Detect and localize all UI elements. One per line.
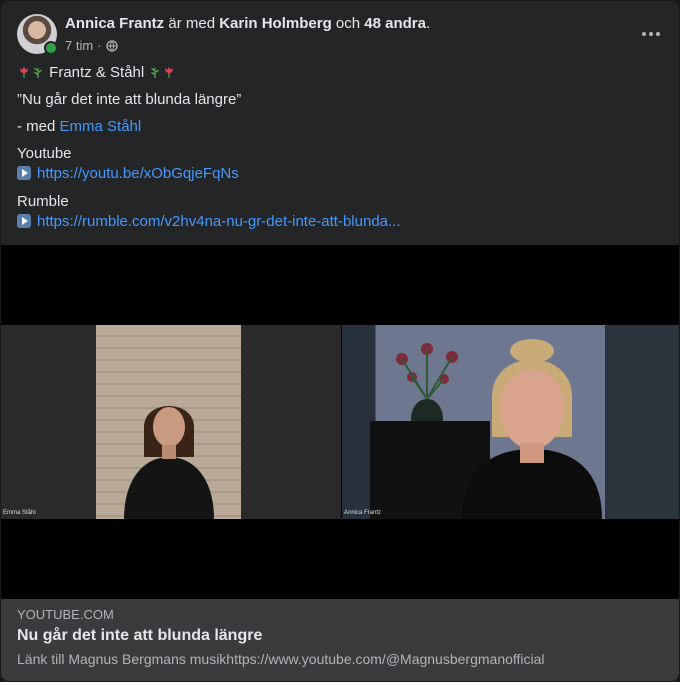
tulip-icon [165, 67, 174, 78]
rumble-link[interactable]: https://rumble.com/v2hv4na-nu-gr-det-int… [37, 213, 401, 230]
preview-domain: YOUTUBE.COM [17, 607, 114, 622]
post-title-text: Frantz & Ståhl [49, 64, 145, 81]
person-left-image [124, 406, 214, 519]
globe-icon [105, 39, 118, 52]
with-prefix: - med [17, 118, 56, 135]
more-options-icon [642, 32, 646, 36]
post-title-line: Frantz & Ståhl [17, 63, 176, 83]
post-timestamp[interactable]: 7 tim [65, 38, 93, 53]
others-link[interactable]: 48 andra [364, 15, 426, 32]
rumble-line: https://rumble.com/v2hv4na-nu-gr-det-int… [17, 212, 401, 232]
person-right-image [462, 339, 602, 519]
herb-icon [34, 68, 42, 78]
author-name[interactable]: Annica Frantz [65, 15, 164, 32]
more-options-icon [649, 32, 653, 36]
and-text: och [335, 15, 361, 32]
meta-separator: · [97, 38, 102, 53]
rumble-label: Rumble [17, 193, 69, 210]
online-status-icon [44, 41, 58, 55]
youtube-line: https://youtu.be/xObGqjeFqNs [17, 164, 239, 184]
post-header: Annica Frantz är med Karin Holmberg och … [17, 14, 667, 58]
youtube-link[interactable]: https://youtu.be/xObGqjeFqNs [37, 165, 239, 182]
herb-icon [151, 68, 160, 78]
link-preview[interactable]: YOUTUBE.COM Nu går det inte att blunda l… [1, 599, 679, 681]
headline-period: . [425, 15, 431, 32]
post-meta: 7 tim · [65, 38, 118, 53]
more-options-icon [656, 32, 660, 36]
tulip-icon [20, 67, 28, 78]
tagged-name[interactable]: Karin Holmberg [219, 15, 332, 32]
youtube-label: Youtube [17, 145, 72, 162]
video-thumbnail[interactable]: Emma Ståhl Annica Frantz [1, 245, 679, 599]
with-line: - med Emma Ståhl [17, 117, 141, 137]
post-card: Annica Frantz är med Karin Holmberg och … [1, 1, 679, 681]
mention-link[interactable]: Emma Ståhl [60, 118, 142, 135]
participant-label-right: Annica Frantz [344, 510, 382, 516]
play-icon [17, 214, 31, 228]
video-pane-left: Emma Ståhl [1, 325, 341, 519]
preview-description: Länk till Magnus Bergmans musikhttps://w… [17, 651, 545, 667]
post-headline: Annica Frantz är med Karin Holmberg och … [65, 15, 430, 33]
with-text: är med [168, 15, 216, 32]
post-quote: ”Nu går det inte att blunda längre” [17, 91, 242, 108]
participant-label-left: Emma Ståhl [3, 510, 36, 516]
more-options-button[interactable] [635, 22, 667, 46]
video-pane-right: Annica Frantz [342, 325, 679, 519]
author-avatar[interactable] [17, 14, 58, 55]
preview-title[interactable]: Nu går det inte att blunda längre [17, 627, 262, 645]
play-icon [17, 166, 31, 180]
